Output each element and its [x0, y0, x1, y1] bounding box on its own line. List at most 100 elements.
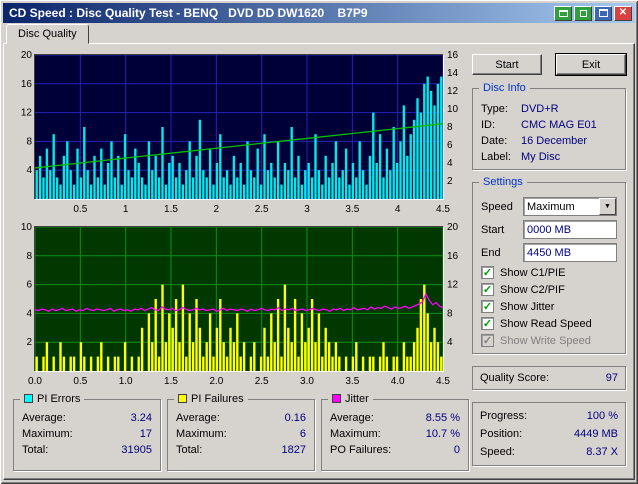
- svg-text:16: 16: [447, 50, 459, 61]
- checkbox-box: ✓: [481, 283, 494, 296]
- svg-text:16: 16: [21, 79, 33, 90]
- svg-text:2: 2: [26, 337, 32, 348]
- statistics-row: PI Errors Average: 3.24 Maximum: 17 Total:…: [13, 392, 469, 471]
- tab-disc-quality[interactable]: Disc Quality: [6, 24, 89, 44]
- stat-row: PO Failures: 0: [330, 444, 460, 456]
- speed-select[interactable]: Maximum ▼: [523, 197, 617, 216]
- checkbox-show-jitter[interactable]: ✓ Show Jitter: [479, 298, 619, 315]
- close-button[interactable]: ✕: [614, 5, 632, 21]
- pi-failures-title-text: PI Failures: [191, 393, 244, 405]
- svg-text:4.5: 4.5: [436, 204, 450, 215]
- svg-text:1.5: 1.5: [164, 376, 178, 387]
- quality-score-value: 97: [605, 372, 618, 384]
- stat-row: Total: 1827: [176, 444, 306, 456]
- svg-text:2: 2: [447, 176, 453, 187]
- svg-text:2: 2: [214, 204, 220, 215]
- maximize-button[interactable]: [594, 5, 612, 21]
- svg-text:3.5: 3.5: [345, 204, 359, 215]
- svg-text:8: 8: [26, 136, 32, 147]
- quality-score-panel: Quality Score: 97: [472, 366, 626, 390]
- checkbox-show-c1-pie[interactable]: ✓ Show C1/PIE: [479, 264, 619, 281]
- speed-row: Speed Maximum ▼: [479, 195, 619, 218]
- start-button[interactable]: Start: [472, 54, 542, 75]
- disc-id-row: ID: CMC MAG E01: [481, 119, 597, 131]
- client-area: Disc Quality 4 8 12 16 20 2 4 6 8 10 12 14 16 0.5 1 1.5…: [3, 24, 635, 482]
- svg-text:10: 10: [21, 222, 33, 233]
- svg-text:8: 8: [447, 122, 453, 133]
- speed-row: Speed: 8.37 X: [480, 446, 618, 458]
- end-position-row: End: [479, 241, 619, 264]
- disc-date-row: Date: 16 December: [481, 135, 588, 147]
- stat-row: Average: 3.24: [22, 412, 152, 424]
- action-buttons: Start Exit: [472, 53, 627, 76]
- svg-text:2.5: 2.5: [255, 204, 269, 215]
- svg-text:1.0: 1.0: [119, 376, 133, 387]
- disc-info-title: Disc Info: [479, 81, 530, 95]
- disk-icon: [579, 9, 587, 17]
- pi-failures-stats-group: PI Failures Average: 0.16 Maximum: 6 Total…: [167, 392, 315, 471]
- disc-info-group: Disc Info Type: DVD+R ID: CMC MAG E01 Date…: [472, 81, 626, 170]
- svg-text:0.5: 0.5: [73, 376, 87, 387]
- svg-text:10: 10: [447, 104, 459, 115]
- titlebar[interactable]: CD Speed : Disc Quality Test - BENQ DVD …: [3, 3, 635, 23]
- svg-text:0.5: 0.5: [73, 204, 87, 215]
- right-panel: Start Exit Disc Info Type: DVD+R ID: CMC M…: [472, 53, 627, 466]
- jitter-group-title: Jitter: [328, 392, 373, 406]
- jitter-color-swatch: [332, 394, 341, 403]
- stat-row: Maximum: 10.7 %: [330, 428, 460, 440]
- window-icon: [558, 9, 568, 17]
- pi-failures-jitter-chart: 2 4 6 8 10 4 8 12 16 20 0.0 0.5 1.0 1.5 2.0 2.5 3.0 3.5 4.…: [11, 221, 469, 389]
- end-position-input[interactable]: [523, 243, 617, 262]
- close-icon: ✕: [618, 7, 628, 18]
- svg-text:20: 20: [447, 222, 459, 233]
- capture-window-button[interactable]: [554, 5, 572, 21]
- svg-text:3.5: 3.5: [345, 376, 359, 387]
- svg-text:8: 8: [447, 308, 453, 319]
- start-position-input[interactable]: [523, 220, 617, 239]
- pi-errors-group-title: PI Errors: [20, 392, 85, 406]
- svg-text:2.0: 2.0: [209, 376, 223, 387]
- tab-page: 4 8 12 16 20 2 4 6 8 10 12 14 16 0.5 1 1.5 2 2.5 3 3.5 4 4.5 …: [3, 43, 635, 480]
- settings-title: Settings: [479, 175, 527, 189]
- svg-text:4.0: 4.0: [391, 376, 405, 387]
- jitter-stats-group: Jitter Average: 8.55 % Maximum: 10.7 % PO …: [321, 392, 469, 471]
- svg-text:4: 4: [26, 308, 32, 319]
- disc-type-row: Type: DVD+R: [481, 103, 559, 115]
- exit-button[interactable]: Exit: [555, 53, 627, 76]
- svg-text:4: 4: [26, 165, 32, 176]
- checkbox-show-read-speed[interactable]: ✓ Show Read Speed: [479, 315, 619, 332]
- save-button[interactable]: [574, 5, 592, 21]
- svg-text:4: 4: [395, 204, 401, 215]
- svg-text:4.5: 4.5: [436, 376, 450, 387]
- settings-group: Settings Speed Maximum ▼ Start End: [472, 175, 626, 354]
- checkbox-box: ✓: [481, 266, 494, 279]
- stat-row: Total: 31905: [22, 444, 152, 456]
- quality-score-label: Quality Score:: [480, 372, 550, 384]
- svg-text:4: 4: [447, 337, 453, 348]
- svg-text:2.5: 2.5: [255, 376, 269, 387]
- stat-row: Average: 0.16: [176, 412, 306, 424]
- dropdown-arrow-icon[interactable]: ▼: [599, 198, 616, 215]
- pi-errors-stats-group: PI Errors Average: 3.24 Maximum: 17 Total:…: [13, 392, 161, 471]
- svg-text:12: 12: [21, 108, 33, 119]
- svg-text:16: 16: [447, 251, 459, 262]
- svg-text:3.0: 3.0: [300, 376, 314, 387]
- maximize-icon: [598, 9, 608, 17]
- stat-row: Maximum: 17: [22, 428, 152, 440]
- disc-label-row: Label: My Disc: [481, 151, 561, 163]
- checkbox-show-write-speed: ✓ Show Write Speed: [481, 334, 591, 347]
- stat-row: Maximum: 6: [176, 428, 306, 440]
- svg-text:1: 1: [123, 204, 129, 215]
- svg-text:12: 12: [447, 280, 459, 291]
- tab-strip: Disc Quality: [3, 24, 635, 44]
- svg-text:6: 6: [447, 140, 453, 151]
- svg-text:4: 4: [447, 158, 453, 169]
- svg-text:3: 3: [304, 204, 310, 215]
- checkbox-show-c2-pif[interactable]: ✓ Show C2/PIF: [479, 281, 619, 298]
- svg-text:8: 8: [26, 251, 32, 262]
- pi-failures-color-swatch: [178, 394, 187, 403]
- start-position-row: Start: [479, 218, 619, 241]
- progress-row: Progress: 100 %: [480, 410, 618, 422]
- pi-failures-group-title: PI Failures: [174, 392, 248, 406]
- jitter-title-text: Jitter: [345, 393, 369, 405]
